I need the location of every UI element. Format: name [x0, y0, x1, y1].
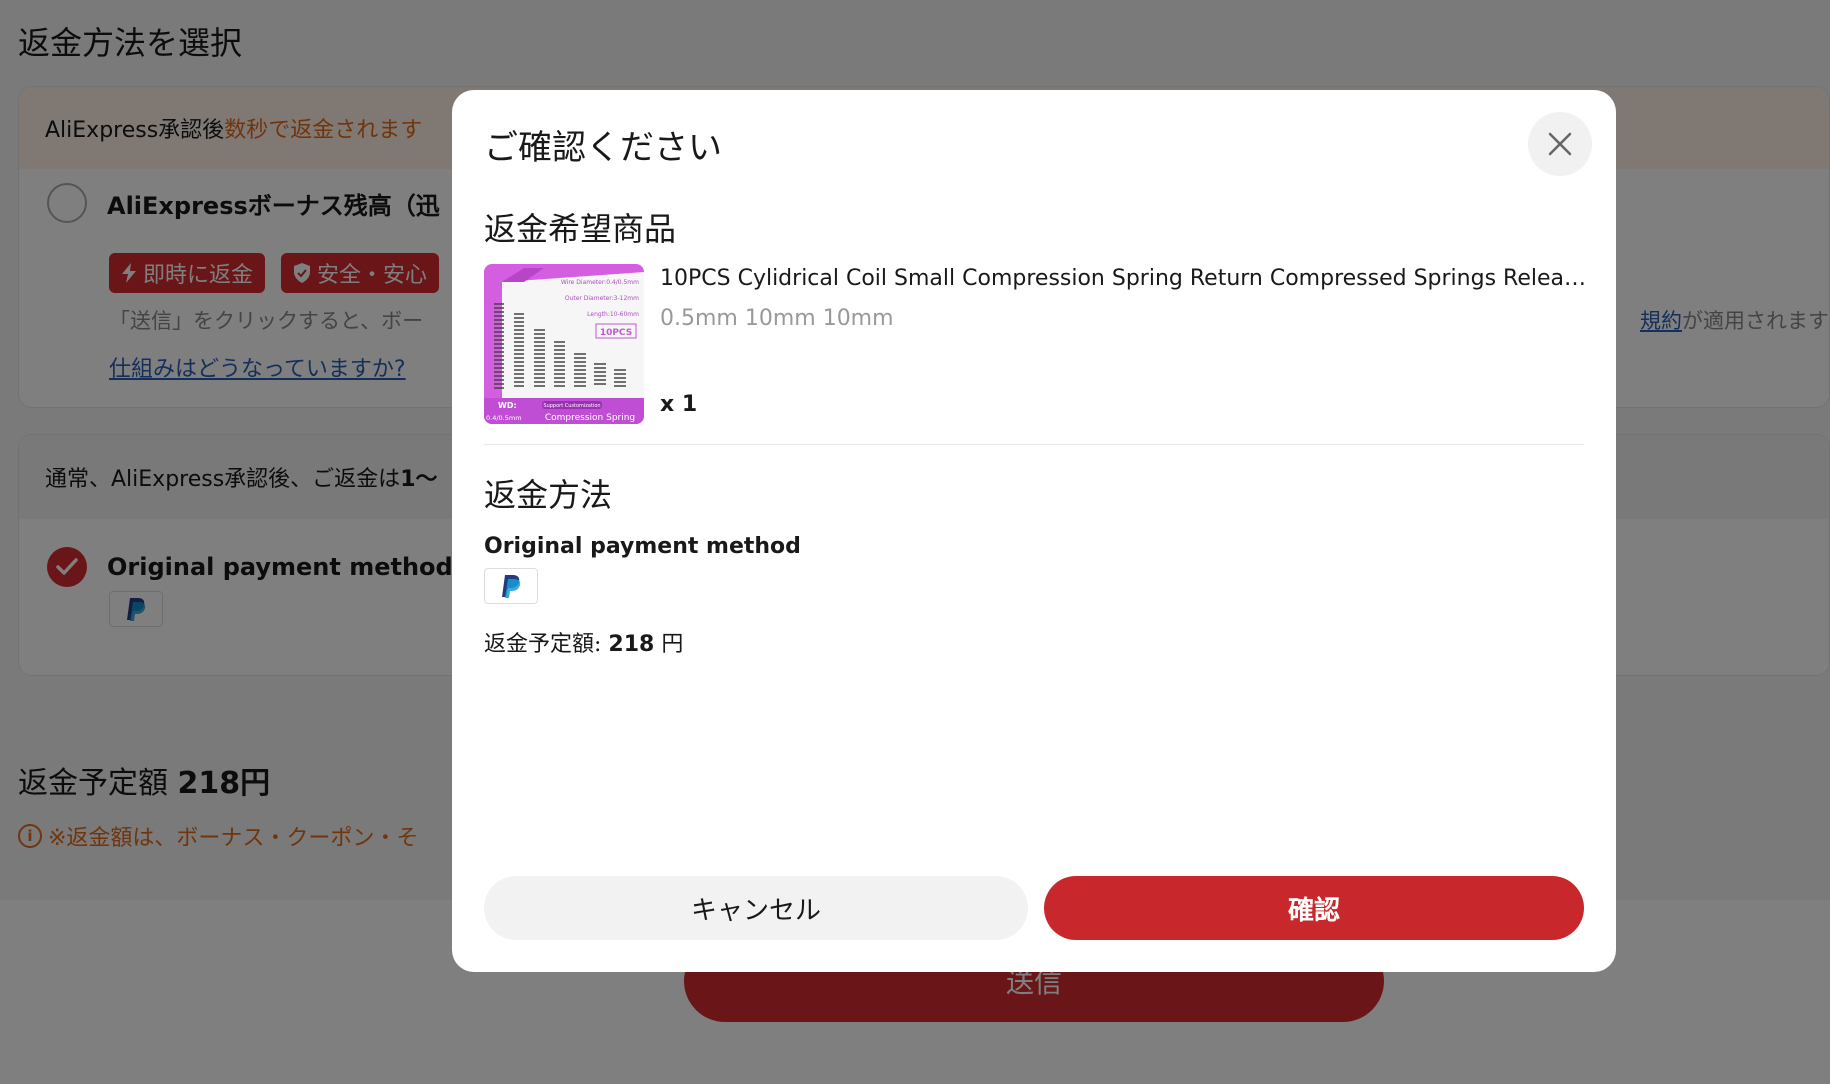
product-name[interactable]: 10PCS Cylidrical Coil Small Compression …: [660, 266, 1586, 291]
product-spec: 0.5mm 10mm 10mm: [660, 306, 894, 331]
close-icon: [1548, 132, 1572, 156]
close-button[interactable]: [1528, 112, 1592, 176]
image-wd-value: 0.4/0.5mm: [486, 414, 522, 422]
image-support: Support Customization: [543, 403, 600, 409]
dialog-title: ご確認ください: [484, 128, 722, 168]
image-wd-label: WD:: [498, 401, 517, 410]
amount-unit: 円: [654, 632, 684, 657]
image-line1: Wire Diameter:0.4/0.5mm: [561, 279, 639, 286]
paypal-logo: [484, 568, 538, 604]
cancel-button[interactable]: キャンセル: [484, 876, 1028, 940]
image-line3: Length:10-60mm: [587, 311, 639, 318]
refund-amount-line: 返金予定額: 218 円: [484, 626, 683, 658]
product-image[interactable]: Wire Diameter:0.4/0.5mm Outer Diameter:3…: [484, 264, 644, 424]
product-section-title: 返金希望商品: [484, 210, 677, 248]
image-badge: 10PCS: [600, 328, 632, 338]
method-section-title: 返金方法: [484, 476, 613, 514]
amount-label: 返金予定額:: [484, 632, 609, 657]
image-caption: Compression Spring: [545, 413, 635, 423]
confirm-button[interactable]: 確認: [1044, 876, 1584, 940]
payment-method-name: Original payment method: [484, 534, 801, 559]
amount-value: 218: [608, 632, 655, 657]
confirm-dialog: ご確認ください 返金希望商品 Wire Diameter:0.4/0.5mm O…: [452, 90, 1616, 972]
divider: [484, 444, 1584, 445]
paypal-icon: [502, 575, 521, 598]
product-quantity: x 1: [660, 392, 698, 417]
image-line2: Outer Diameter:3-12mm: [565, 295, 639, 302]
page: 返金方法を選択 AliExpress承認後数秒で返金されます AliExpres…: [0, 0, 1830, 1084]
spring-product-image: Wire Diameter:0.4/0.5mm Outer Diameter:3…: [484, 264, 644, 424]
